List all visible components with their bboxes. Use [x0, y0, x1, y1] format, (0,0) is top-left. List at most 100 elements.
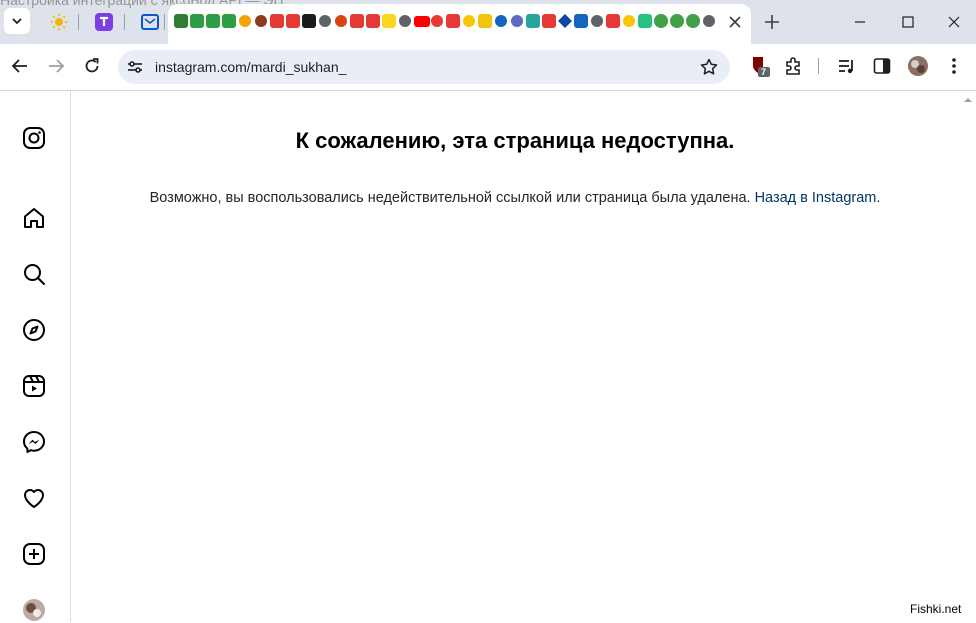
t-app-icon: [95, 13, 113, 31]
favicon-8: [286, 14, 300, 28]
pinned-tab-mail[interactable]: [139, 11, 161, 33]
favicon-29: [623, 15, 635, 27]
favicon-14: [382, 14, 396, 28]
extensions-button[interactable]: [782, 54, 806, 78]
favicon-15: [399, 15, 411, 27]
nav-create[interactable]: [21, 541, 47, 567]
close-icon: [729, 16, 741, 28]
puzzle-icon: [786, 57, 800, 75]
favicon-17: [431, 15, 443, 27]
profile-avatar-button[interactable]: [906, 54, 930, 78]
favicon-34: [703, 15, 715, 27]
favicon-32: [670, 14, 684, 28]
close-tab-button[interactable]: [725, 12, 745, 32]
error-message-suffix: .: [876, 190, 881, 206]
scroll-up-icon[interactable]: [962, 94, 974, 106]
reload-button[interactable]: [78, 52, 106, 80]
favicon-7: [270, 14, 284, 28]
sun-icon: [50, 13, 68, 31]
tab-separator: [124, 14, 125, 30]
favicon-9: [302, 14, 316, 28]
nav-explore[interactable]: [21, 317, 47, 343]
nav-messages[interactable]: [21, 429, 47, 455]
favicon-13: [366, 14, 380, 28]
reload-icon: [85, 58, 99, 73]
plus-icon: [765, 15, 779, 29]
kebab-menu-icon: [952, 58, 956, 74]
favicon-11: [335, 15, 347, 27]
favicon-4: [222, 14, 236, 28]
minimize-icon: [855, 21, 865, 23]
url-text[interactable]: instagram.com/mardi_sukhan_: [155, 59, 346, 75]
favicon-20: [478, 14, 492, 28]
nav-profile[interactable]: [21, 597, 47, 623]
back-button[interactable]: [6, 52, 34, 80]
chevron-down-icon: [12, 18, 22, 25]
search-icon: [24, 264, 45, 285]
ublock-shield-icon: [753, 57, 770, 77]
profile-avatar-icon: [23, 599, 45, 621]
nav-search[interactable]: [21, 261, 47, 287]
favicon-16: [414, 16, 430, 27]
tab-search-button[interactable]: [4, 8, 30, 34]
active-tab[interactable]: [168, 4, 751, 44]
favicon-18: [446, 14, 460, 28]
maximize-button[interactable]: [894, 10, 922, 34]
address-bar[interactable]: instagram.com/mardi_sukhan_: [118, 50, 730, 84]
new-tab-button[interactable]: [762, 12, 782, 32]
compass-icon: [23, 319, 45, 341]
page-title: К сожалению, эта страница недоступна.: [295, 128, 735, 153]
favicon-26: [574, 14, 588, 28]
side-panel-button[interactable]: [870, 54, 894, 78]
watermark: Fishki.net: [910, 602, 962, 616]
back-to-instagram-link[interactable]: Назад в Instagram: [755, 190, 877, 206]
nav-home[interactable]: [21, 205, 47, 231]
nav-notifications[interactable]: [21, 485, 47, 511]
favicon-22: [511, 15, 523, 27]
instagram-logo-button[interactable]: [21, 125, 47, 151]
forward-button[interactable]: [42, 52, 70, 80]
favicon-2: [190, 14, 204, 28]
tab-strip: Настройка интеграции с яксоБод API — ЭЦ: [0, 0, 976, 44]
instagram-logo-icon: [23, 127, 45, 149]
favicon-6: [255, 15, 267, 27]
extension-badge: 7: [761, 67, 767, 77]
media-controls-button[interactable]: [835, 54, 859, 78]
favicon-21: [495, 15, 507, 27]
extension-ublock-button[interactable]: 7: [748, 54, 772, 78]
favicon-25: [558, 14, 572, 28]
pinned-tab-t[interactable]: [93, 11, 115, 33]
error-message-text: Возможно, вы воспользовались недействите…: [149, 190, 755, 206]
favicon-33: [686, 14, 700, 28]
tab-separator: [78, 14, 79, 30]
chrome-menu-button[interactable]: [942, 54, 966, 78]
bookmark-star-icon[interactable]: [700, 58, 718, 76]
favicon-5: [239, 15, 251, 27]
heart-icon: [24, 489, 44, 508]
minimize-button[interactable]: [846, 10, 874, 34]
tab-separator: [164, 14, 165, 30]
favicon-23: [526, 14, 540, 28]
avatar: [908, 56, 928, 76]
site-settings-icon[interactable]: [126, 58, 144, 76]
toolbar-separator: [818, 58, 819, 74]
side-panel-icon: [873, 58, 891, 74]
favicon-1: [174, 14, 188, 28]
playlist-music-icon: [839, 60, 853, 74]
favicon-30: [638, 14, 652, 28]
reels-icon: [23, 375, 45, 397]
favicon-3: [206, 14, 220, 28]
maximize-icon: [902, 16, 914, 28]
favicon-24: [542, 14, 556, 28]
favicon-31: [654, 14, 668, 28]
nav-reels[interactable]: [21, 373, 47, 399]
tab-favicons-strip: [174, 14, 715, 28]
pinned-tab-weather[interactable]: [48, 11, 70, 33]
error-message: Возможно, вы воспользовались недействите…: [70, 190, 960, 206]
arrow-right-icon: [49, 59, 64, 73]
favicon-10: [319, 15, 331, 27]
browser-toolbar: instagram.com/mardi_sukhan_ 7: [0, 44, 976, 91]
arrow-left-icon: [12, 59, 27, 73]
favicon-19: [463, 15, 475, 27]
window-close-button[interactable]: [940, 10, 968, 34]
